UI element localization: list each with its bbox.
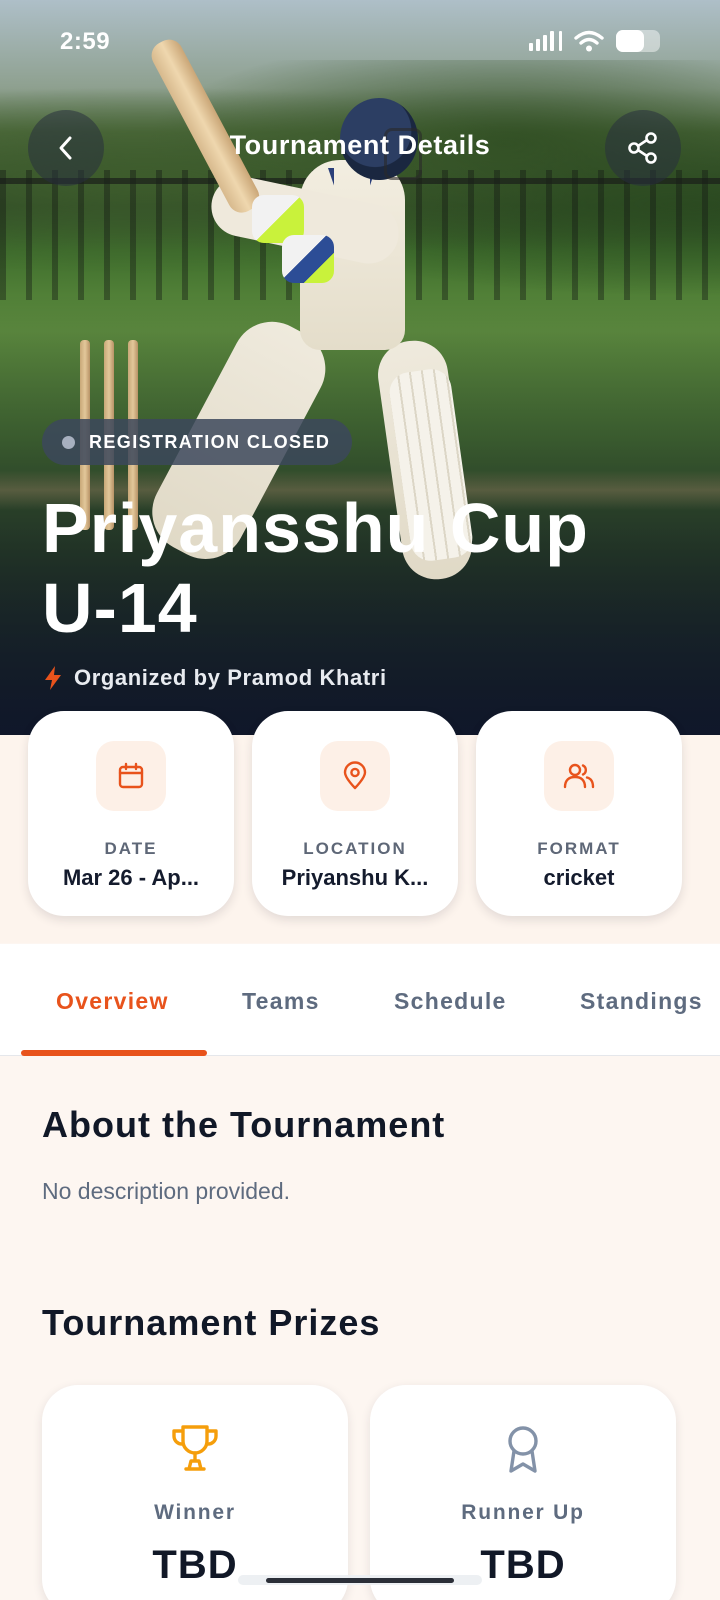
medal-icon bbox=[508, 1426, 538, 1473]
date-label: DATE bbox=[104, 839, 158, 858]
share-icon bbox=[628, 132, 657, 164]
registration-status-badge: REGISTRATION CLOSED bbox=[42, 419, 353, 465]
tournament-title: Priyansshu Cup U-14 bbox=[42, 488, 662, 648]
date-icon-box bbox=[96, 741, 166, 811]
status-dot bbox=[62, 435, 75, 449]
cellular-signal-icon bbox=[529, 31, 562, 51]
about-title: About the Tournament bbox=[42, 1104, 446, 1145]
organizer-text: Organized by Pramod Khatri bbox=[74, 665, 387, 690]
location-label: LOCATION bbox=[303, 839, 407, 858]
tab-standings[interactable]: Standings bbox=[580, 988, 703, 1015]
about-description: No description provided. bbox=[42, 1178, 291, 1204]
location-icon-box bbox=[320, 741, 390, 811]
format-value: cricket bbox=[543, 865, 615, 890]
tab-bar: Overview Teams Schedule Standings bbox=[0, 944, 720, 1056]
location-pin-icon bbox=[343, 761, 367, 790]
winner-label: Winner bbox=[154, 1501, 236, 1524]
location-card[interactable]: LOCATION Priyanshu K... bbox=[252, 711, 458, 916]
date-value: Mar 26 - Ap... bbox=[62, 865, 200, 890]
format-card[interactable]: FORMAT cricket bbox=[476, 711, 682, 916]
home-indicator[interactable] bbox=[238, 1575, 482, 1585]
trophy-icon bbox=[172, 1425, 218, 1471]
badge-label: REGISTRATION CLOSED bbox=[89, 431, 331, 452]
tab-teams[interactable]: Teams bbox=[242, 988, 320, 1015]
calendar-icon bbox=[118, 762, 144, 789]
tournament-title-line2: U-14 bbox=[42, 569, 198, 647]
status-time: 2:59 bbox=[60, 28, 111, 55]
date-card[interactable]: DATE Mar 26 - Ap... bbox=[28, 711, 234, 916]
location-value: Priyanshu K... bbox=[281, 865, 429, 890]
format-icon-box bbox=[544, 741, 614, 811]
tab-overview[interactable]: Overview bbox=[56, 988, 169, 1015]
status-bar: 2:59 bbox=[0, 0, 720, 80]
active-tab-indicator bbox=[21, 1050, 207, 1056]
share-button[interactable] bbox=[605, 110, 681, 186]
prizes-title: Tournament Prizes bbox=[42, 1302, 381, 1343]
users-icon bbox=[563, 763, 595, 789]
lightning-icon bbox=[45, 666, 61, 690]
runner-up-prize-card[interactable]: Runner Up TBD bbox=[370, 1385, 676, 1600]
tournament-title-line1: Priyansshu Cup bbox=[42, 489, 589, 567]
format-label: FORMAT bbox=[537, 839, 621, 858]
winner-prize-card[interactable]: Winner TBD bbox=[42, 1385, 348, 1600]
wifi-icon bbox=[574, 30, 604, 52]
tab-schedule[interactable]: Schedule bbox=[394, 988, 507, 1015]
runner-up-label: Runner Up bbox=[461, 1501, 585, 1524]
battery-icon bbox=[616, 30, 660, 52]
organizer-line: Organized by Pramod Khatri bbox=[42, 665, 387, 691]
